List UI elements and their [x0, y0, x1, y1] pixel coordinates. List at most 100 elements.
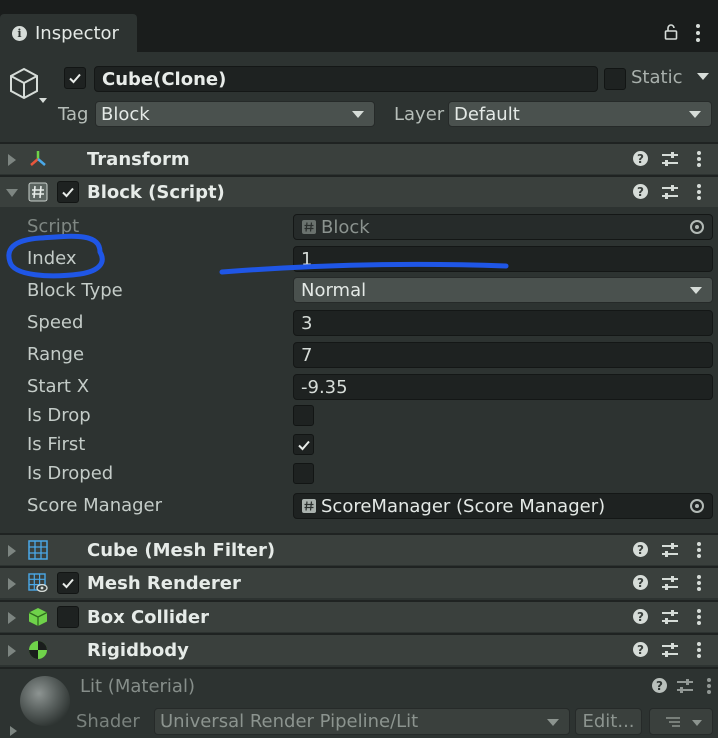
edit-shader-button[interactable]: Edit... [575, 708, 642, 735]
component-name: Cube (Mesh Filter) [87, 540, 276, 561]
kebab-menu-icon[interactable] [694, 640, 704, 660]
prop-label-script: Script [27, 216, 80, 237]
presets-icon[interactable] [661, 541, 679, 559]
is-droped-checkbox[interactable] [293, 463, 314, 484]
start-x-field[interactable]: -9.35 [293, 374, 713, 400]
foldout-arrow-icon[interactable] [8, 612, 16, 624]
gameobject-cube-icon[interactable] [6, 66, 50, 110]
foldout-arrow-icon[interactable] [10, 726, 17, 736]
kebab-menu-icon[interactable] [694, 182, 704, 202]
shader-label: Shader [76, 711, 140, 732]
block-type-value: Normal [301, 279, 367, 301]
component-name: Mesh Renderer [87, 573, 241, 594]
range-field[interactable]: 7 [293, 342, 713, 368]
list-icon [666, 717, 680, 727]
script-reference-field: Block [293, 214, 713, 240]
component-transform[interactable]: Transform ? [0, 142, 718, 174]
chevron-down-icon [692, 720, 702, 726]
component-mesh-renderer[interactable]: Mesh Renderer ? [0, 566, 718, 598]
lock-icon[interactable] [664, 24, 678, 40]
score-manager-field[interactable]: ScoreManager (Score Manager) [293, 493, 713, 519]
enabled-checkbox[interactable] [57, 572, 79, 594]
help-icon[interactable]: ? [633, 609, 648, 624]
help-icon[interactable]: ? [633, 642, 648, 657]
kebab-menu-icon[interactable] [694, 540, 704, 560]
enabled-checkbox[interactable] [57, 606, 79, 628]
prop-label-score-manager: Score Manager [27, 495, 163, 516]
help-icon[interactable]: ? [633, 542, 648, 557]
script-icon [28, 182, 48, 202]
tab-inspector[interactable]: i Inspector [0, 14, 137, 52]
prop-label-block-type: Block Type [27, 280, 123, 301]
block-type-dropdown[interactable]: Normal [293, 277, 713, 303]
foldout-arrow-icon[interactable] [8, 578, 16, 590]
enabled-checkbox[interactable] [57, 181, 79, 203]
score-manager-value: ScoreManager (Score Manager) [321, 495, 606, 517]
foldout-arrow-icon[interactable] [6, 189, 18, 197]
checkmark-icon [62, 578, 74, 589]
layer-label: Layer [394, 104, 445, 125]
mesh-filter-icon [28, 540, 48, 560]
checkmark-icon [69, 73, 81, 84]
is-drop-checkbox[interactable] [293, 405, 314, 426]
static-checkbox[interactable] [604, 68, 626, 90]
transform-icon [30, 151, 46, 166]
prop-label-is-droped: Is Droped [27, 463, 114, 484]
kebab-menu-icon[interactable] [704, 676, 714, 696]
component-block-script[interactable]: Block (Script) ? [0, 175, 718, 207]
prop-label-speed: Speed [27, 312, 84, 333]
static-label: Static [631, 67, 683, 88]
chevron-down-icon [547, 718, 559, 726]
prop-label-is-first: Is First [27, 434, 86, 455]
tag-dropdown[interactable]: Block [95, 101, 375, 127]
component-box-collider[interactable]: Box Collider ? [0, 600, 718, 632]
component-name: Block (Script) [87, 182, 225, 203]
material-preview-sphere[interactable] [20, 676, 70, 726]
kebab-menu-icon[interactable] [694, 607, 704, 627]
presets-icon[interactable] [661, 641, 679, 659]
prop-label-is-drop: Is Drop [27, 405, 91, 426]
help-icon[interactable]: ? [652, 678, 667, 693]
object-picker-icon[interactable] [690, 220, 704, 234]
foldout-arrow-icon[interactable] [8, 645, 16, 657]
kebab-menu-icon[interactable] [694, 149, 704, 169]
foldout-arrow-icon[interactable] [8, 154, 16, 166]
material-name: Lit (Material) [80, 676, 195, 697]
checkmark-icon [297, 440, 310, 450]
index-field[interactable]: 1 [293, 246, 713, 272]
script-icon [302, 499, 316, 513]
chevron-down-icon [689, 111, 701, 118]
help-icon[interactable]: ? [633, 184, 648, 199]
shader-options-button[interactable] [649, 708, 713, 735]
help-icon[interactable]: ? [633, 151, 648, 166]
presets-icon[interactable] [661, 150, 679, 168]
prop-label-range: Range [27, 344, 85, 365]
presets-icon[interactable] [661, 608, 679, 626]
tag-value: Block [101, 103, 150, 125]
foldout-arrow-icon[interactable] [8, 545, 16, 557]
static-dropdown-arrow[interactable] [697, 73, 709, 80]
shader-dropdown[interactable]: Universal Render Pipeline/Lit [154, 708, 570, 735]
help-icon[interactable]: ? [633, 575, 648, 590]
presets-icon[interactable] [676, 677, 694, 695]
component-mesh-filter[interactable]: Cube (Mesh Filter) ? [0, 533, 718, 565]
script-icon [302, 220, 316, 234]
shader-value: Universal Render Pipeline/Lit [160, 711, 419, 732]
info-icon: i [12, 25, 27, 41]
object-name-field[interactable]: Cube(Clone) [94, 66, 598, 92]
kebab-menu-icon[interactable] [692, 22, 704, 44]
script-value: Block [321, 216, 370, 238]
prop-label-index: Index [27, 248, 77, 269]
component-rigidbody[interactable]: Rigidbody ? [0, 633, 718, 665]
is-first-checkbox[interactable] [293, 434, 314, 455]
object-picker-icon[interactable] [690, 499, 704, 513]
presets-icon[interactable] [661, 183, 679, 201]
mesh-renderer-icon [28, 573, 48, 593]
tag-label: Tag [58, 104, 89, 125]
chevron-down-icon [690, 287, 702, 294]
active-checkbox[interactable] [64, 67, 86, 89]
layer-dropdown[interactable]: Default [448, 101, 712, 127]
speed-field[interactable]: 3 [293, 310, 713, 336]
presets-icon[interactable] [661, 574, 679, 592]
kebab-menu-icon[interactable] [694, 573, 704, 593]
